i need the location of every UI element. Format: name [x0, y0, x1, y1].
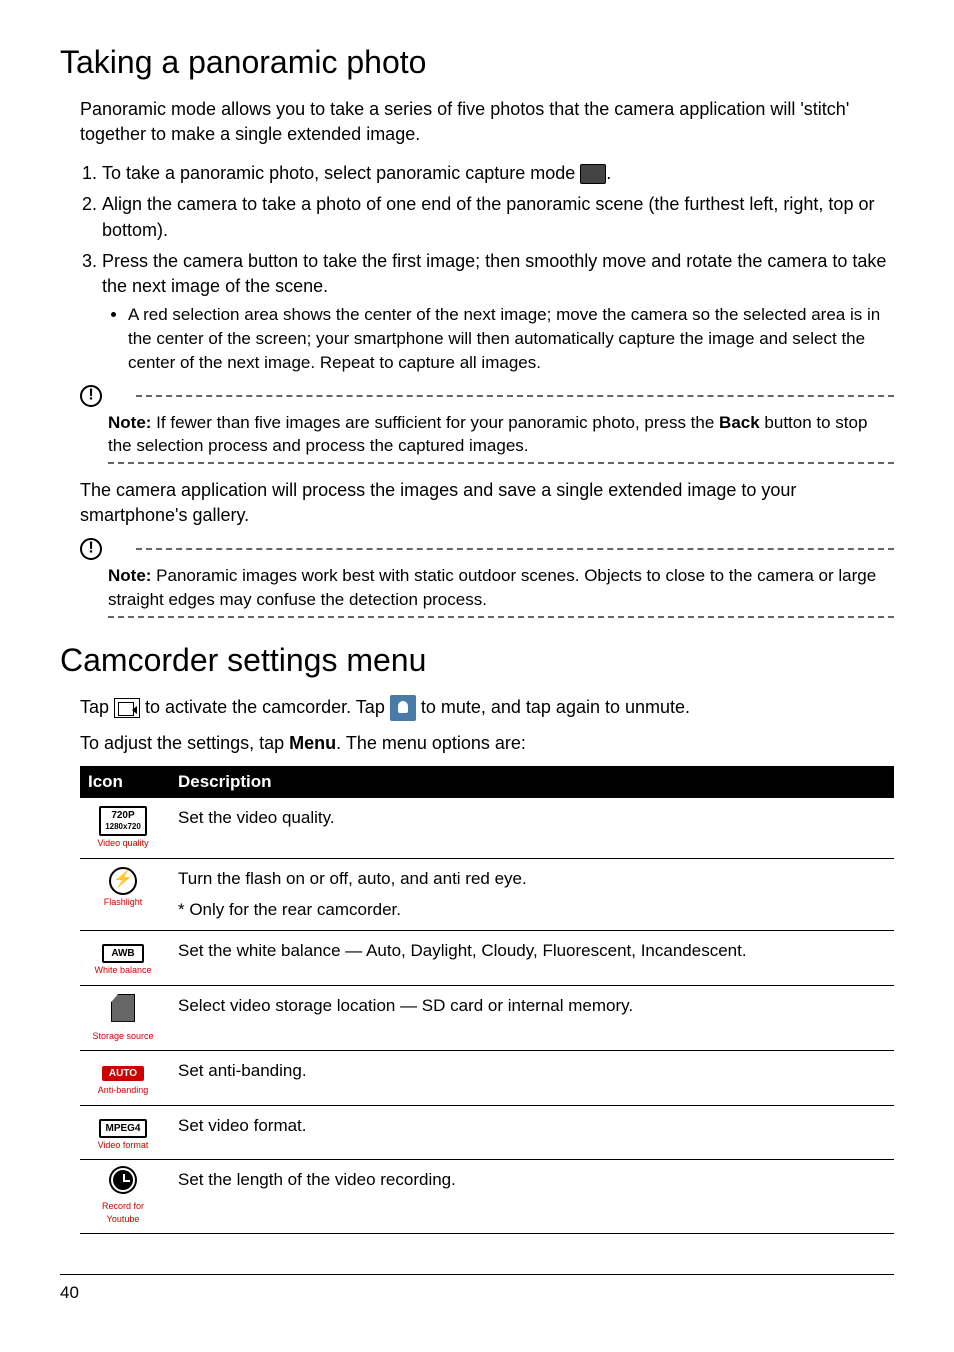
page-number: 40: [60, 1274, 894, 1305]
note1-text-a: If fewer than five images are sufficient…: [151, 413, 719, 432]
steps-list: To take a panoramic photo, select panora…: [102, 161, 894, 374]
desc-cell: Set anti-banding.: [170, 1051, 894, 1105]
record-youtube-icon: Record for Youtube: [88, 1168, 158, 1225]
storage-source-icon: Storage source: [88, 994, 158, 1042]
section-heading-panoramic: Taking a panoramic photo: [60, 40, 894, 85]
desc-line1: Turn the flash on or off, auto, and anti…: [178, 867, 886, 891]
desc-line2: * Only for the rear camcorder.: [178, 898, 886, 922]
dash-line: [108, 616, 894, 618]
step-1: To take a panoramic photo, select panora…: [102, 161, 894, 186]
badge-text: MPEG4: [99, 1119, 146, 1138]
desc-cell: Set the video quality.: [170, 798, 894, 858]
line2-menu: Menu: [289, 733, 336, 753]
dash-line: [108, 462, 894, 464]
step-1-text-b: .: [606, 163, 611, 183]
step-1-text-a: To take a panoramic photo, select panora…: [102, 163, 580, 183]
desc-cell: Set the length of the video recording.: [170, 1160, 894, 1234]
icon-caption: Record for Youtube: [88, 1200, 158, 1225]
step-2: Align the camera to take a photo of one …: [102, 192, 894, 242]
note1-label: Note:: [108, 413, 151, 432]
section-heading-camcorder: Camcorder settings menu: [60, 638, 894, 683]
video-quality-icon: 720P1280x720 Video quality: [88, 806, 158, 850]
badge-text2: 1280x720: [105, 822, 141, 831]
badge-text: AUTO: [102, 1066, 144, 1081]
desc-cell: Select video storage location — SD card …: [170, 985, 894, 1050]
table-header-icon: Icon: [80, 766, 170, 798]
flashlight-icon: ⚡ Flashlight: [88, 867, 158, 909]
line2-a: To adjust the settings, tap: [80, 733, 289, 753]
note2-text: Panoramic images work best with static o…: [108, 566, 876, 609]
badge-text: AWB: [102, 944, 144, 963]
desc-cell: Set video format.: [170, 1105, 894, 1160]
camcorder-icon: [114, 698, 140, 718]
badge-text: 720P: [111, 810, 134, 821]
icon-caption: Anti-banding: [88, 1084, 158, 1097]
step-3-text: Press the camera button to take the firs…: [102, 251, 886, 296]
note-block-2: Note: Panoramic images work best with st…: [80, 538, 894, 618]
camcorder-line1: Tap to activate the camcorder. Tap to mu…: [80, 695, 894, 721]
icon-caption: Video quality: [88, 837, 158, 850]
para-after-note: The camera application will process the …: [80, 478, 894, 528]
note-icon: [80, 538, 102, 560]
table-row: Record for Youtube Set the length of the…: [80, 1160, 894, 1234]
table-header-desc: Description: [170, 766, 894, 798]
table-row: MPEG4 Video format Set video format.: [80, 1105, 894, 1160]
video-format-icon: MPEG4 Video format: [88, 1114, 158, 1152]
white-balance-icon: AWB White balance: [88, 939, 158, 977]
icon-caption: Video format: [88, 1139, 158, 1152]
step-3: Press the camera button to take the firs…: [102, 249, 894, 375]
note-icon: [80, 385, 102, 407]
panoramic-mode-icon: [580, 164, 606, 184]
line1-c: to mute, and tap again to unmute.: [416, 697, 690, 717]
line2-b: . The menu options are:: [336, 733, 526, 753]
icon-caption: Storage source: [88, 1030, 158, 1043]
note2-label: Note:: [108, 566, 151, 585]
desc-cell: Turn the flash on or off, auto, and anti…: [170, 858, 894, 931]
settings-table: Icon Description 720P1280x720 Video qual…: [80, 766, 894, 1234]
table-row: Storage source Select video storage loca…: [80, 985, 894, 1050]
dash-line: [136, 395, 894, 397]
line1-b: to activate the camcorder. Tap: [140, 697, 390, 717]
table-row: AUTO Anti-banding Set anti-banding.: [80, 1051, 894, 1105]
camcorder-line2: To adjust the settings, tap Menu. The me…: [80, 731, 894, 756]
step-3-bullet: A red selection area shows the center of…: [128, 303, 894, 374]
step-3-sublist: A red selection area shows the center of…: [128, 303, 894, 374]
icon-caption: Flashlight: [88, 896, 158, 909]
anti-banding-icon: AUTO Anti-banding: [88, 1059, 158, 1096]
dash-line: [136, 548, 894, 550]
icon-caption: White balance: [88, 964, 158, 977]
line1-a: Tap: [80, 697, 114, 717]
desc-cell: Set the white balance — Auto, Daylight, …: [170, 931, 894, 986]
note-block-1: Note: If fewer than five images are suff…: [80, 385, 894, 465]
table-row: ⚡ Flashlight Turn the flash on or off, a…: [80, 858, 894, 931]
table-row: 720P1280x720 Video quality Set the video…: [80, 798, 894, 858]
table-row: AWB White balance Set the white balance …: [80, 931, 894, 986]
mute-icon: [390, 695, 416, 721]
intro-paragraph: Panoramic mode allows you to take a seri…: [80, 97, 894, 147]
note1-back: Back: [719, 413, 760, 432]
